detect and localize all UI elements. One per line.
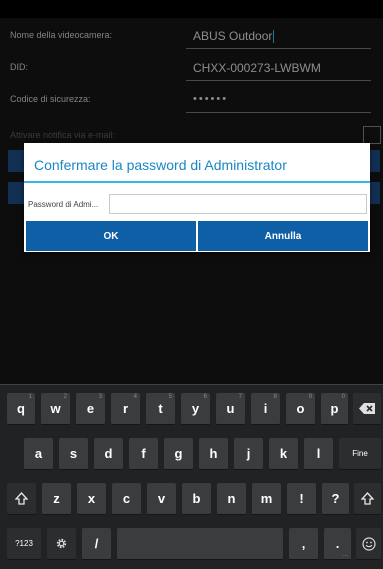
cancel-button[interactable]: Annulla xyxy=(198,221,368,251)
key-s[interactable]: s xyxy=(59,438,88,470)
key-comma[interactable]: , xyxy=(289,528,318,560)
done-key-label: Fine xyxy=(352,449,368,458)
done-key[interactable]: Fine xyxy=(339,438,381,470)
key-k[interactable]: k xyxy=(269,438,298,470)
dialog-title-divider xyxy=(24,181,370,183)
dialog-title: Confermare la password di Administrator xyxy=(34,157,287,173)
key-m[interactable]: m xyxy=(252,483,281,515)
key-e[interactable]: e3 xyxy=(76,393,105,425)
shift-left-key[interactable] xyxy=(7,483,36,515)
key-slash[interactable]: / xyxy=(82,528,111,560)
key-d[interactable]: d xyxy=(94,438,123,470)
backspace-icon xyxy=(359,403,375,414)
key-p[interactable]: p0 xyxy=(321,393,348,425)
key-t[interactable]: t5 xyxy=(146,393,175,425)
key-exclamation[interactable]: ! xyxy=(287,483,316,515)
emoji-key[interactable] xyxy=(356,528,381,560)
key-n[interactable]: n xyxy=(217,483,246,515)
key-q[interactable]: q1 xyxy=(7,393,35,425)
key-h[interactable]: h xyxy=(199,438,228,470)
key-question[interactable]: ? xyxy=(322,483,349,515)
shift-icon xyxy=(361,492,374,505)
key-z[interactable]: z xyxy=(42,483,71,515)
password-confirm-dialog: Confermare la password di Administrator … xyxy=(24,143,370,252)
key-r[interactable]: r4 xyxy=(111,393,140,425)
backspace-key[interactable] xyxy=(353,393,381,425)
key-l[interactable]: l xyxy=(304,438,333,470)
admin-password-label: Password di Admi... xyxy=(28,200,99,209)
gear-icon xyxy=(56,538,67,549)
key-u[interactable]: u7 xyxy=(216,393,245,425)
key-j[interactable]: j xyxy=(234,438,263,470)
shift-right-key[interactable] xyxy=(354,483,381,515)
symbols-key[interactable]: ?123 xyxy=(7,528,41,560)
key-w[interactable]: w2 xyxy=(41,393,70,425)
soft-keyboard: q1 w2 e3 r4 t5 y6 u7 i8 o9 p0 a s d f g … xyxy=(0,384,383,569)
key-a[interactable]: a xyxy=(24,438,53,470)
ok-button[interactable]: OK xyxy=(26,221,196,251)
key-y[interactable]: y6 xyxy=(181,393,210,425)
key-g[interactable]: g xyxy=(164,438,193,470)
space-key[interactable] xyxy=(117,528,283,560)
key-b[interactable]: b xyxy=(182,483,211,515)
key-f[interactable]: f xyxy=(129,438,158,470)
settings-key[interactable] xyxy=(47,528,76,560)
key-x[interactable]: x xyxy=(77,483,106,515)
admin-password-input[interactable] xyxy=(109,194,367,214)
smiley-icon xyxy=(361,536,376,551)
key-i[interactable]: i8 xyxy=(251,393,280,425)
key-period[interactable]: .... xyxy=(324,528,351,560)
key-c[interactable]: c xyxy=(112,483,141,515)
symbols-key-label: ?123 xyxy=(15,539,33,548)
key-v[interactable]: v xyxy=(147,483,176,515)
shift-icon xyxy=(15,492,28,505)
key-o[interactable]: o9 xyxy=(286,393,315,425)
